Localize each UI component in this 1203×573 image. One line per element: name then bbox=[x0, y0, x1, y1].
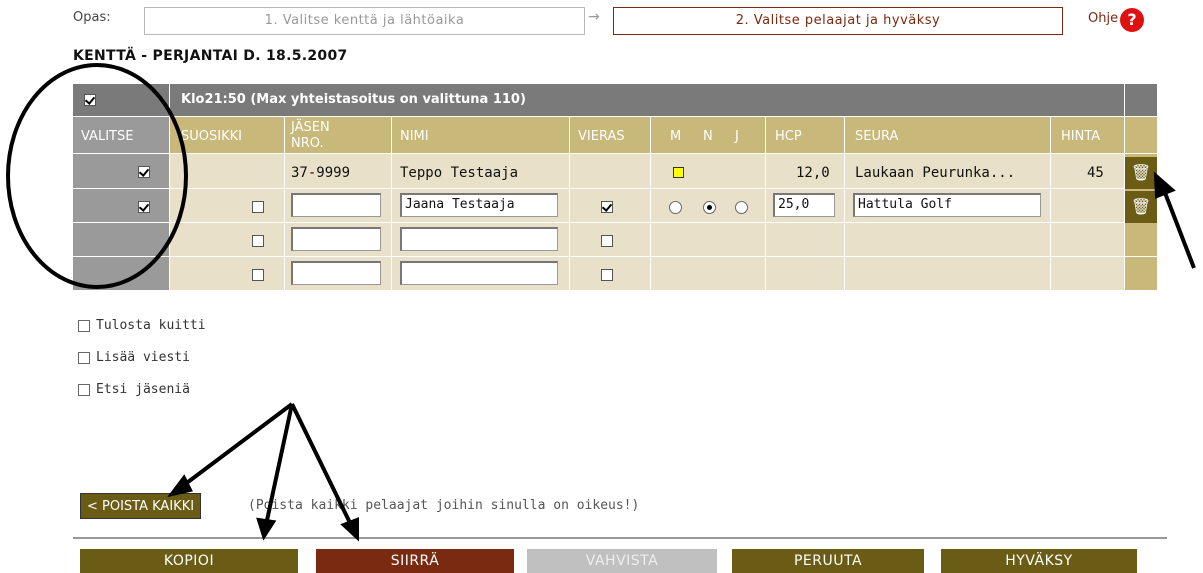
annotation-circle bbox=[6, 63, 188, 289]
annotation-overlay bbox=[6, 63, 1196, 542]
annotation-arrows bbox=[167, 171, 1196, 542]
